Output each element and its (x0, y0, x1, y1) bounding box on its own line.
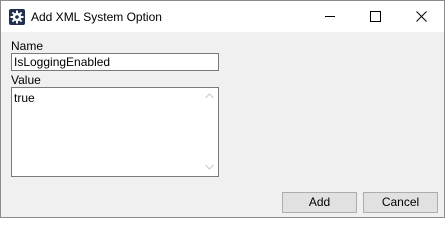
scroll-up-button[interactable] (201, 88, 218, 105)
vertical-scrollbar[interactable] (201, 88, 218, 176)
minimize-button[interactable] (308, 1, 353, 32)
close-icon (416, 11, 427, 22)
add-button[interactable]: Add (282, 192, 357, 213)
scroll-track[interactable] (201, 105, 218, 159)
name-label: Name (11, 39, 44, 53)
window-title: Add XML System Option (31, 10, 162, 24)
value-label: Value (11, 73, 41, 87)
close-button[interactable] (399, 1, 444, 32)
chevron-up-icon (205, 93, 214, 99)
scroll-down-button[interactable] (201, 159, 218, 176)
title-bar[interactable]: Add XML System Option (1, 1, 444, 32)
minimize-icon (325, 16, 335, 17)
maximize-icon (370, 11, 381, 22)
chevron-down-icon (205, 164, 214, 170)
name-field[interactable] (11, 53, 219, 71)
cancel-button[interactable]: Cancel (363, 192, 438, 213)
dialog-window: Add XML System Option Name Value true (0, 0, 445, 218)
value-textarea[interactable]: true (11, 87, 219, 177)
gear-icon (9, 9, 25, 25)
maximize-button[interactable] (353, 1, 398, 32)
value-text: true (14, 91, 35, 105)
